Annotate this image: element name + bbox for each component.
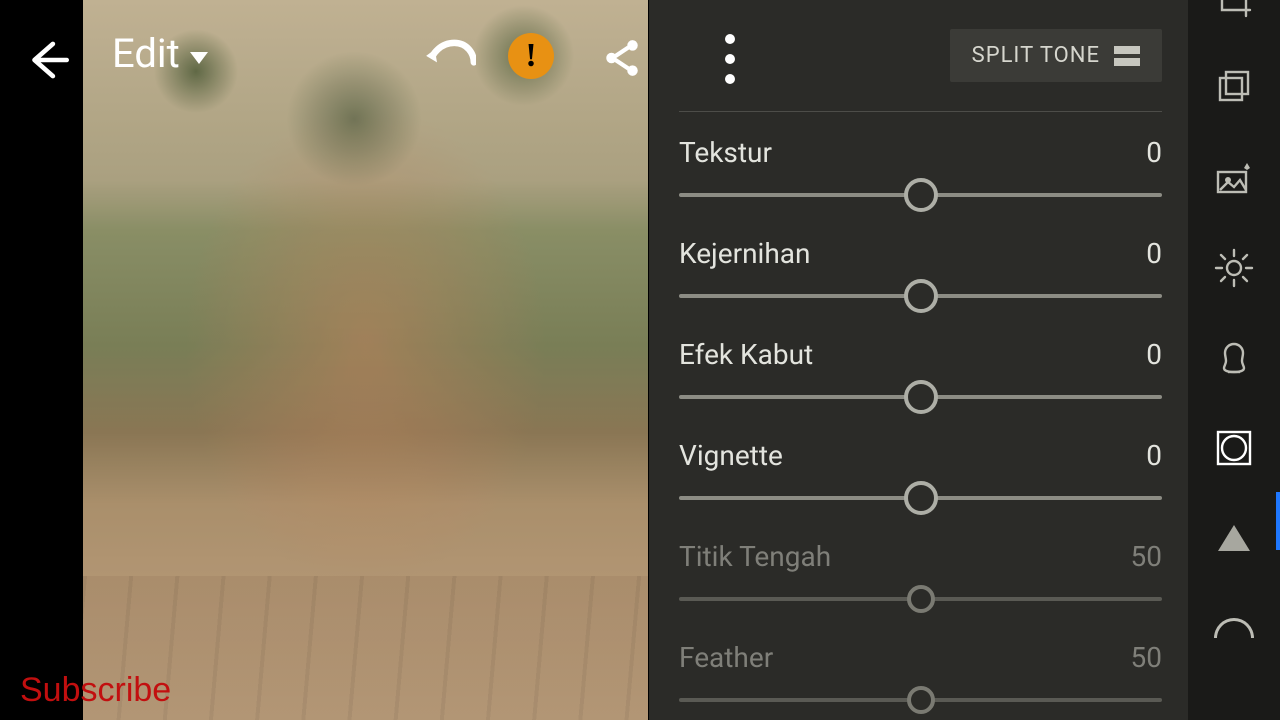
slider-label: Titik Tengah <box>679 540 831 573</box>
presets-icon[interactable] <box>1212 66 1256 110</box>
slider-tekstur[interactable]: Tekstur 0 <box>679 122 1162 223</box>
sliders-list: Tekstur 0 Kejernihan 0 <box>679 112 1162 720</box>
slider-label: Kejernihan <box>679 237 810 270</box>
app-root: SPLIT TONE Tekstur 0 Kejernihan <box>0 0 1280 720</box>
slider-track[interactable] <box>679 478 1162 518</box>
slider-value: 0 <box>1146 338 1162 371</box>
active-tool-indicator <box>1276 492 1280 550</box>
subscribe-watermark: Subscribe <box>20 671 171 710</box>
geometry-icon[interactable] <box>1212 606 1256 650</box>
chevron-down-icon <box>190 52 208 64</box>
slider-vignette[interactable]: Vignette 0 <box>679 425 1162 526</box>
slider-efek-kabut[interactable]: Efek Kabut 0 <box>679 324 1162 425</box>
slider-value: 50 <box>1131 641 1162 674</box>
back-button[interactable] <box>18 32 74 88</box>
slider-titik-tengah: Titik Tengah 50 <box>679 526 1162 627</box>
tool-rail <box>1188 0 1280 720</box>
slider-track[interactable] <box>679 276 1162 316</box>
slider-kejernihan[interactable]: Kejernihan 0 <box>679 223 1162 324</box>
crop-icon[interactable] <box>1212 0 1256 20</box>
split-tone-button[interactable]: SPLIT TONE <box>950 29 1162 82</box>
exclamation-icon: ! <box>525 37 536 75</box>
slider-label: Tekstur <box>679 136 772 169</box>
auto-icon[interactable] <box>1212 156 1256 200</box>
detail-icon[interactable] <box>1212 426 1256 470</box>
mode-dropdown[interactable]: Edit <box>112 30 208 77</box>
slider-value: 0 <box>1146 439 1162 472</box>
slider-value: 50 <box>1131 540 1162 573</box>
share-button[interactable] <box>596 32 648 84</box>
mode-label: Edit <box>112 30 180 77</box>
sync-warning-badge[interactable]: ! <box>508 33 554 79</box>
slider-label: Feather <box>679 641 773 674</box>
color-icon[interactable] <box>1212 336 1256 380</box>
slider-track[interactable] <box>679 377 1162 417</box>
more-menu-button[interactable] <box>713 34 747 84</box>
slider-track[interactable] <box>679 175 1162 215</box>
slider-feather: Feather 50 <box>679 627 1162 720</box>
slider-value: 0 <box>1146 136 1162 169</box>
slider-value: 0 <box>1146 237 1162 270</box>
slider-label: Efek Kabut <box>679 338 813 371</box>
undo-button[interactable] <box>420 28 480 88</box>
optics-icon[interactable] <box>1212 516 1256 560</box>
slider-label: Vignette <box>679 439 783 472</box>
slider-track <box>679 579 1162 619</box>
split-tone-icon <box>1114 46 1140 66</box>
slider-track <box>679 680 1162 720</box>
top-toolbar: Edit ! <box>0 0 755 120</box>
light-icon[interactable] <box>1212 246 1256 290</box>
split-tone-label: SPLIT TONE <box>972 43 1100 68</box>
